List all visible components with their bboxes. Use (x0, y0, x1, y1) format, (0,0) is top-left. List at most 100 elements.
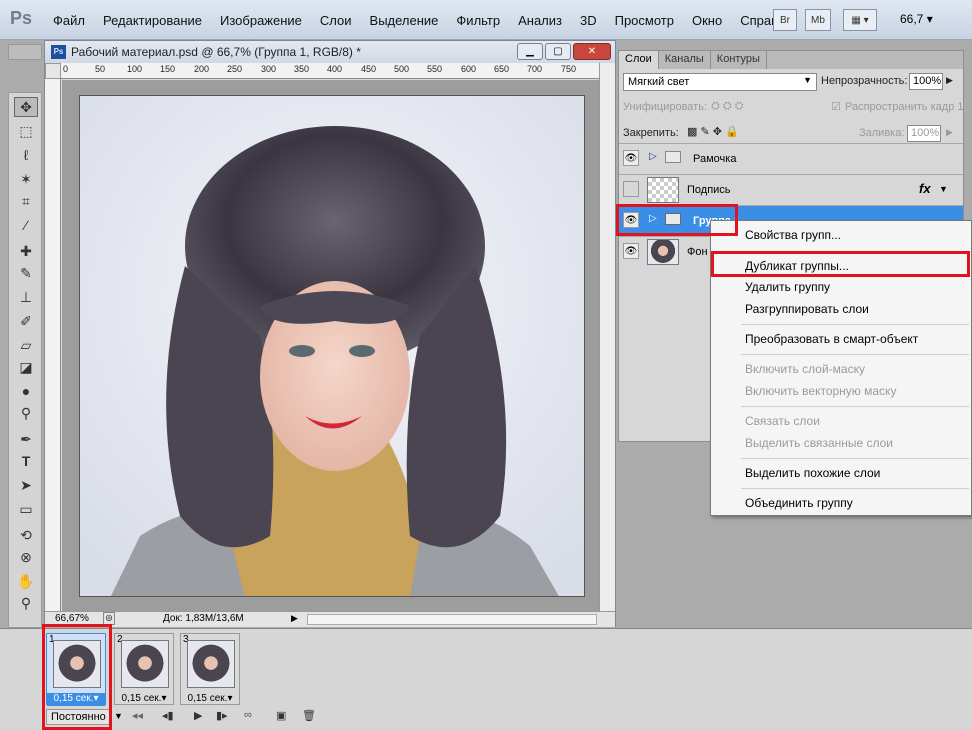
pen-tool-icon[interactable]: ✒ (14, 429, 38, 449)
magic-wand-icon[interactable]: ✶ (14, 169, 38, 189)
fill-input[interactable]: 100% (907, 125, 941, 142)
mini-bridge-button[interactable]: Mb (805, 9, 831, 31)
menu-3d[interactable]: 3D (571, 13, 606, 28)
menu-edit[interactable]: Редактирование (94, 13, 211, 28)
opacity-label: Непрозрачность: (821, 75, 908, 87)
ruler-tick: 50 (95, 64, 106, 74)
canvas-photo[interactable] (79, 95, 585, 597)
menu-item-ungroup-layers[interactable]: Разгруппировать слои (745, 302, 869, 316)
document-statusbar: 66,67% ◎ Док: 1,83M/13,6M ▶ (45, 611, 615, 627)
frame-delay[interactable]: 0,15 сек.▾ (181, 693, 239, 706)
status-zoom[interactable]: 66,67% (55, 613, 89, 624)
history-brush-icon[interactable]: ✐ (14, 311, 38, 331)
status-arrow-icon[interactable]: ▶ (291, 613, 298, 624)
frame-delay[interactable]: 0,15 сек.▾ (115, 693, 173, 706)
layer-row[interactable]: 👁 ▷ Рамочка (619, 143, 963, 174)
horizontal-scrollbar[interactable] (307, 614, 597, 625)
shape-tool-icon[interactable]: ▭ (14, 499, 38, 519)
prev-frame-icon[interactable]: ◂▮ (162, 709, 174, 722)
eraser-tool-icon[interactable]: ▱ (14, 335, 38, 355)
ruler-tick: 750 (561, 64, 577, 74)
menu-image[interactable]: Изображение (211, 13, 311, 28)
menu-file[interactable]: Файл (44, 13, 94, 28)
propagate-checkbox-icon[interactable]: ☑ (831, 100, 841, 113)
lock-label: Закрепить: (623, 127, 679, 139)
zoom-tool-icon[interactable]: ⚲ (14, 593, 38, 613)
toolbox-header[interactable] (8, 44, 42, 60)
paint-bucket-icon[interactable]: ◪ (14, 357, 38, 377)
ruler-tick: 300 (261, 64, 277, 74)
menu-layers[interactable]: Слои (311, 13, 361, 28)
zoom-level[interactable]: 66,7 ▾ (900, 12, 933, 26)
fill-slider-arrow-icon[interactable]: ▶ (946, 127, 953, 138)
frame-thumbnail (121, 640, 169, 688)
healing-brush-icon[interactable]: ✚ (14, 241, 38, 261)
tab-layers[interactable]: Слои (619, 51, 659, 69)
3d-rotate-icon[interactable]: ⟲ (14, 525, 38, 545)
marquee-tool-icon[interactable]: ⬚ (14, 121, 38, 141)
dodge-tool-icon[interactable]: ⚲ (14, 403, 38, 423)
crop-tool-icon[interactable]: ⌗ (14, 191, 38, 211)
eyedropper-icon[interactable]: ⁄ (14, 215, 38, 235)
fx-icon[interactable]: fx (919, 181, 931, 196)
opacity-slider-arrow-icon[interactable]: ▶ (946, 75, 953, 86)
move-tool-icon[interactable]: ✥ (14, 97, 38, 117)
hand-tool-icon[interactable]: ✋ (14, 571, 38, 591)
eye-hidden-icon[interactable] (623, 181, 639, 197)
path-select-icon[interactable]: ➤ (14, 475, 38, 495)
screen-mode-button[interactable]: ▦ ▾ (843, 9, 877, 31)
menu-analysis[interactable]: Анализ (509, 13, 571, 28)
first-frame-icon[interactable]: ◂◂ (132, 709, 143, 722)
play-icon[interactable]: ▶ (194, 709, 202, 722)
ruler-tick: 550 (427, 64, 443, 74)
ruler-tick: 600 (461, 64, 477, 74)
minimize-button[interactable]: ▁ (517, 43, 543, 60)
eye-icon[interactable]: 👁 (623, 150, 639, 166)
ruler-tick: 500 (394, 64, 410, 74)
tab-paths[interactable]: Контуры (711, 51, 767, 69)
menu-item-delete-group[interactable]: Удалить группу (745, 280, 830, 294)
tween-icon[interactable]: ∞ (244, 709, 252, 721)
bridge-button[interactable]: Br (773, 9, 797, 31)
menu-view[interactable]: Просмотр (606, 13, 683, 28)
film-icon: ▦ ▾ (851, 14, 869, 26)
unify-icons[interactable]: ⛭ ⛭ ⛭ (711, 100, 744, 113)
canvas-area[interactable] (62, 80, 599, 612)
ruler-origin[interactable] (45, 63, 61, 79)
3d-orbit-icon[interactable]: ⊗ (14, 547, 38, 567)
chevron-down-icon[interactable]: ▼ (939, 184, 948, 194)
blend-mode-select[interactable]: Мягкий свет ▼ (623, 73, 817, 91)
brush-tool-icon[interactable]: ✎ (14, 263, 38, 283)
loop-chevron-icon[interactable]: ▼ (114, 711, 123, 721)
vertical-scrollbar[interactable]: ▼ (599, 63, 615, 620)
tab-channels[interactable]: Каналы (659, 51, 711, 69)
menu-item-group-properties[interactable]: Свойства групп... (745, 228, 841, 242)
opacity-input[interactable]: 100% (909, 73, 943, 90)
menu-item-convert-smart-object[interactable]: Преобразовать в смарт-объект (745, 332, 918, 346)
next-frame-icon[interactable]: ▮▸ (216, 709, 228, 722)
menu-item-merge-group[interactable]: Объединить группу (745, 496, 853, 510)
maximize-button[interactable]: ▢ (545, 43, 571, 60)
type-tool-icon[interactable]: T (14, 451, 38, 471)
eye-icon[interactable]: 👁 (623, 243, 639, 259)
blur-tool-icon[interactable]: ● (14, 381, 38, 401)
menu-select[interactable]: Выделение (361, 13, 448, 28)
trash-icon[interactable]: 🗑 (302, 709, 316, 722)
new-frame-icon[interactable]: ▣ (276, 709, 286, 722)
lasso-tool-icon[interactable]: ℓ (14, 145, 38, 165)
animation-frame[interactable]: 2 0,15 сек.▾ (114, 633, 174, 705)
ruler-tick: 0 (63, 64, 69, 74)
stamp-tool-icon[interactable]: ⊥ (14, 287, 38, 307)
menu-item-link-layers: Связать слои (745, 414, 820, 428)
menu-item-select-similar-layers[interactable]: Выделить похожие слои (745, 466, 880, 480)
expand-triangle-icon[interactable]: ▷ (649, 151, 657, 162)
ruler-tick: 200 (194, 64, 210, 74)
close-button[interactable]: ✕ (573, 43, 611, 60)
lock-icons[interactable]: ▩ ✎ ✥ 🔒 (687, 125, 739, 138)
layer-row[interactable]: Подпись fx ▼ (619, 174, 963, 205)
animation-frame[interactable]: 3 0,15 сек.▾ (180, 633, 240, 705)
menu-filter[interactable]: Фильтр (447, 13, 509, 28)
highlight-frame-one (42, 624, 112, 730)
menu-window[interactable]: Окно (683, 13, 731, 28)
panel-tabs: Слои Каналы Контуры (619, 51, 963, 69)
